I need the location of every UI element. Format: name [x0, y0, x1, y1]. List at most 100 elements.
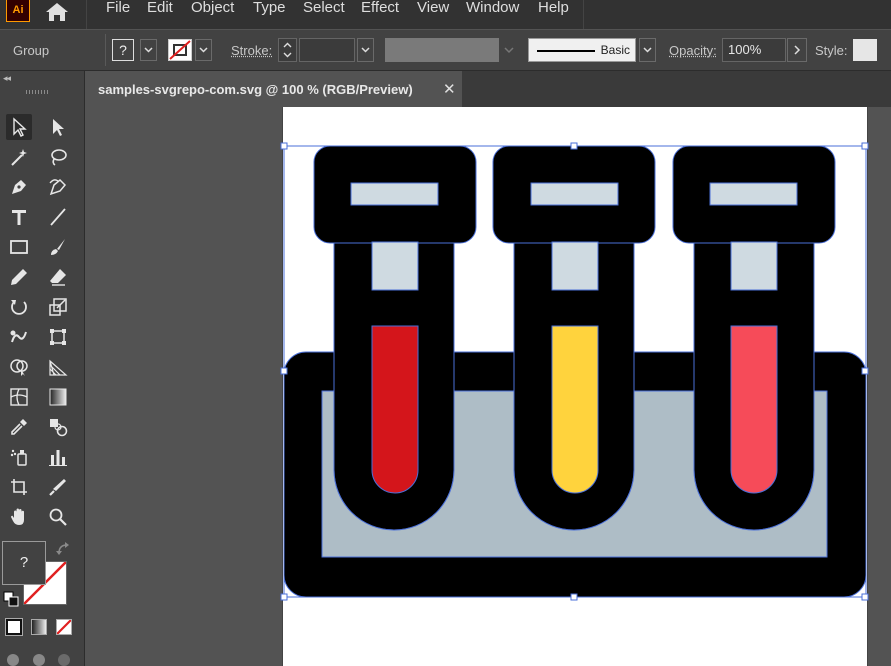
paintbrush-icon — [51, 239, 65, 255]
gradient-tool[interactable] — [45, 384, 71, 410]
menu-divider — [583, 0, 584, 29]
stroke-weight-input[interactable] — [299, 38, 355, 62]
direct-selection-tool[interactable] — [45, 114, 71, 140]
warp-tool[interactable] — [6, 324, 32, 350]
hand-tool[interactable] — [6, 504, 32, 530]
tube-1-cap-band — [350, 182, 439, 206]
artboard-tool[interactable] — [6, 474, 32, 500]
menu-effect[interactable]: Effect — [361, 0, 399, 17]
document-tab-bar: samples-svgrepo-com.svg @ 100 % (RGB/Pre… — [86, 71, 891, 107]
rotate-icon — [11, 300, 27, 315]
blend-icon — [50, 419, 68, 437]
close-icon[interactable]: ✕ — [443, 80, 456, 98]
tube-1-sample-red — [371, 325, 419, 494]
selection-tool[interactable] — [6, 114, 32, 140]
stroke-label[interactable]: Stroke: — [231, 43, 272, 58]
gradient-mode-button[interactable] — [31, 619, 47, 635]
resize-handle — [280, 142, 288, 150]
menu-window[interactable]: Window — [466, 0, 519, 17]
tube-2-cap-band — [530, 182, 619, 206]
lasso-tool[interactable] — [45, 144, 71, 170]
menu-file[interactable]: File — [106, 0, 130, 17]
stroke-weight-dropdown[interactable] — [357, 38, 374, 62]
eraser-icon — [50, 269, 66, 286]
swap-fill-stroke-icon[interactable] — [56, 542, 72, 556]
tube-2-sample-yellow — [551, 325, 599, 494]
resize-handle — [570, 593, 578, 601]
blend-tool[interactable] — [45, 414, 71, 440]
menu-view[interactable]: View — [417, 0, 449, 17]
slice-knife-icon — [49, 479, 66, 496]
tube-3-sample-pink — [730, 325, 778, 494]
magic-wand-tool[interactable] — [6, 144, 32, 170]
none-slash-icon — [57, 620, 71, 634]
stroke-dropdown-button[interactable] — [195, 39, 212, 61]
curvature-tool[interactable] — [45, 174, 71, 200]
tube-1-window — [371, 241, 419, 291]
rotate-tool[interactable] — [6, 294, 32, 320]
brush-dropdown-button[interactable] — [639, 38, 656, 62]
paintbrush-tool[interactable] — [45, 234, 71, 260]
home-icon[interactable] — [44, 1, 70, 23]
shape-builder-tool[interactable] — [6, 354, 32, 380]
rectangle-icon — [10, 240, 28, 254]
menu-bar: Ai File Edit Object Type Select Effect V… — [0, 0, 891, 29]
menu-divider — [86, 0, 87, 29]
tube-3-window — [730, 241, 778, 291]
fill-dropdown-button[interactable] — [140, 39, 157, 61]
pencil-tool[interactable] — [6, 264, 32, 290]
color-mode-button[interactable] — [5, 618, 23, 636]
slice-tool[interactable] — [45, 474, 71, 500]
pen-tool[interactable] — [6, 174, 32, 200]
drawing-modes-icons[interactable] — [4, 648, 80, 666]
chevron-right-icon — [794, 45, 801, 55]
scale-icon — [49, 298, 67, 316]
rectangle-tool[interactable] — [6, 234, 32, 260]
resize-handle — [280, 367, 288, 375]
menu-select[interactable]: Select — [303, 0, 345, 17]
control-divider — [105, 34, 106, 66]
shape-builder-icon — [10, 359, 28, 376]
opacity-expand-button[interactable] — [787, 38, 807, 62]
symbol-sprayer-icon — [10, 449, 27, 466]
test-tube-rack-artwork[interactable] — [283, 145, 867, 598]
tube-3-cap-band — [709, 182, 798, 206]
opacity-label[interactable]: Opacity: — [669, 43, 717, 58]
scale-tool[interactable] — [45, 294, 71, 320]
perspective-grid-tool[interactable] — [45, 354, 71, 380]
stroke-weight-stepper[interactable] — [278, 38, 297, 62]
fill-swatch[interactable]: ? — [112, 39, 134, 61]
none-mode-button[interactable] — [56, 619, 72, 635]
graphic-style-swatch[interactable] — [853, 39, 877, 61]
fill-color-box[interactable]: ? — [2, 541, 46, 585]
app-logo: Ai — [6, 0, 30, 22]
mesh-tool[interactable] — [6, 384, 32, 410]
opacity-input[interactable]: 100% — [722, 38, 786, 62]
default-fill-stroke-icon[interactable] — [3, 591, 19, 607]
eraser-tool[interactable] — [45, 264, 71, 290]
type-t-icon — [12, 210, 26, 225]
menu-edit[interactable]: Edit — [147, 0, 173, 17]
lasso-icon — [51, 149, 67, 166]
selection-arrow-icon — [13, 117, 27, 137]
collapse-panel-icon[interactable]: ◂◂ — [3, 73, 11, 84]
line-segment-tool[interactable] — [45, 204, 71, 230]
resize-handle — [570, 142, 578, 150]
curvature-pen-icon — [49, 178, 67, 196]
artboard-icon — [11, 479, 27, 495]
stroke-swatch[interactable] — [168, 39, 192, 61]
hand-icon — [11, 508, 24, 525]
type-tool[interactable] — [6, 204, 32, 230]
panel-grip[interactable] — [26, 90, 50, 94]
brush-definition-field[interactable]: Basic — [528, 38, 636, 62]
zoom-tool[interactable] — [45, 504, 71, 530]
menu-help[interactable]: Help — [538, 0, 569, 17]
menu-type[interactable]: Type — [253, 0, 286, 17]
document-tab[interactable]: samples-svgrepo-com.svg @ 100 % (RGB/Pre… — [86, 71, 462, 107]
free-transform-tool[interactable] — [45, 324, 71, 350]
column-graph-tool[interactable] — [45, 444, 71, 470]
eyedropper-tool[interactable] — [6, 414, 32, 440]
control-bar: Group ? Stroke: Basic Opacity: 100% Styl… — [0, 30, 891, 71]
menu-object[interactable]: Object — [191, 0, 234, 17]
symbol-sprayer-tool[interactable] — [6, 444, 32, 470]
